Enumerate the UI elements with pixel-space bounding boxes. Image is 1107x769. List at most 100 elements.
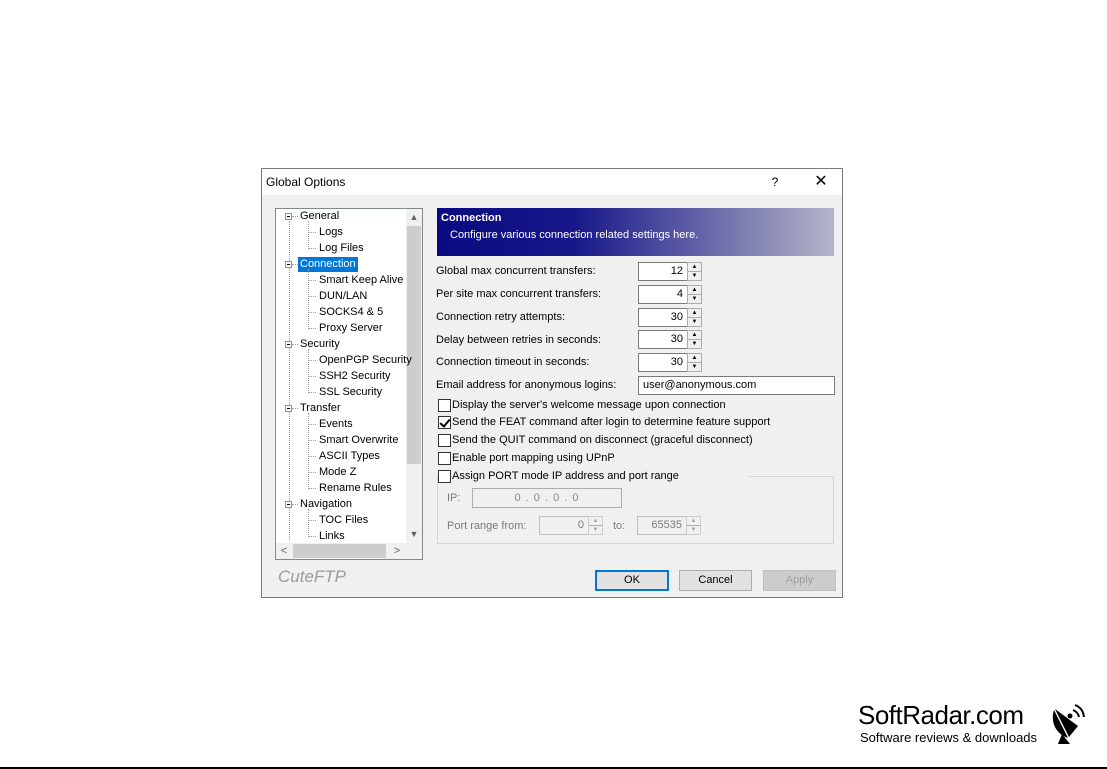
tree-connector [308, 269, 309, 329]
spin-up-icon[interactable]: ▲ [688, 286, 701, 295]
delay-input[interactable]: 30 [638, 330, 688, 349]
tree-horizontal-scrollbar[interactable]: < > [276, 543, 422, 559]
collapse-icon[interactable] [285, 261, 292, 268]
ok-button[interactable]: OK [595, 570, 669, 591]
email-field[interactable]: user@anonymous.com [638, 376, 835, 395]
tree-hscroll-thumb[interactable] [293, 544, 386, 558]
close-button[interactable]: ✕ [800, 169, 842, 195]
per-site-label: Per site max concurrent transfers: [436, 288, 602, 300]
tree-item-log-files[interactable]: Log Files [319, 241, 364, 256]
spin-down-icon[interactable]: ▼ [687, 526, 700, 534]
tree-connector [308, 509, 309, 537]
tree-item-dun-lan[interactable]: DUN/LAN [319, 289, 367, 304]
spin-up-icon[interactable]: ▲ [589, 517, 602, 526]
tree-item-ssh2-security[interactable]: SSH2 Security [319, 369, 391, 384]
quit-checkbox[interactable] [438, 434, 451, 447]
spin-down-icon[interactable]: ▼ [688, 295, 701, 303]
timeout-input[interactable]: 30 [638, 353, 688, 372]
tree-item-logs[interactable]: Logs [319, 225, 343, 240]
collapse-icon[interactable] [285, 341, 292, 348]
spin-up-icon[interactable]: ▲ [688, 331, 701, 340]
scroll-up-icon[interactable]: ▲ [406, 209, 422, 226]
port-mode-label[interactable]: Assign PORT mode IP address and port ran… [452, 470, 749, 482]
port-range-to-input[interactable]: 65535 [637, 516, 687, 535]
collapse-icon[interactable] [285, 501, 292, 508]
collapse-icon[interactable] [285, 213, 292, 220]
scroll-left-icon[interactable]: < [276, 543, 292, 559]
spin-down-icon[interactable]: ▼ [688, 318, 701, 326]
port-range-from-input[interactable]: 0 [539, 516, 589, 535]
apply-button[interactable]: Apply [763, 570, 836, 591]
global-max-input[interactable]: 12 [638, 262, 688, 281]
spin-down-icon[interactable]: ▼ [688, 340, 701, 348]
tree-item-proxy-server[interactable]: Proxy Server [319, 321, 383, 336]
tree-item-general[interactable]: General [300, 209, 339, 224]
tree-item-socks4-5[interactable]: SOCKS4 & 5 [319, 305, 383, 320]
per-site-stepper[interactable]: 4 ▲ ▼ [638, 285, 702, 304]
upnp-label[interactable]: Enable port mapping using UPnP [452, 452, 615, 464]
tree-connector [292, 344, 298, 345]
feat-label[interactable]: Send the FEAT command after login to det… [452, 416, 770, 428]
retry-input[interactable]: 30 [638, 308, 688, 327]
tree-connector [308, 413, 309, 489]
tree-connector [308, 440, 316, 441]
quit-label[interactable]: Send the QUIT command on disconnect (gra… [452, 434, 753, 446]
retry-stepper[interactable]: 30 ▲ ▼ [638, 308, 702, 327]
spin-up-icon[interactable]: ▲ [688, 309, 701, 318]
tree-item-links[interactable]: Links [319, 529, 345, 544]
tree-connector [308, 221, 309, 249]
tree-item-ssl-security[interactable]: SSL Security [319, 385, 382, 400]
cuteftp-brand: CuteFTP [278, 567, 347, 586]
help-button[interactable]: ? [760, 169, 790, 195]
delay-stepper[interactable]: 30 ▲ ▼ [638, 330, 702, 349]
scroll-right-icon[interactable]: > [389, 543, 405, 559]
port-range-to-stepper[interactable]: 65535 ▲ ▼ [637, 516, 701, 535]
delay-label: Delay between retries in seconds: [436, 334, 602, 346]
ip-address-field[interactable]: 0 . 0 . 0 . 0 [472, 488, 622, 508]
tree-scroll-thumb[interactable] [407, 226, 421, 464]
tree-item-openpgp-security[interactable]: OpenPGP Security [319, 353, 412, 368]
tree-item-security[interactable]: Security [300, 337, 340, 352]
welcome-checkbox[interactable] [438, 399, 451, 412]
spin-up-icon[interactable]: ▲ [688, 263, 701, 272]
tree-item-smart-keep-alive[interactable]: Smart Keep Alive [319, 273, 403, 288]
section-subtitle: Configure various connection related set… [450, 229, 699, 241]
spin-down-icon[interactable]: ▼ [688, 363, 701, 371]
spin-up-icon[interactable]: ▲ [687, 517, 700, 526]
tree-connector [308, 392, 316, 393]
tree-item-rename-rules[interactable]: Rename Rules [319, 481, 392, 496]
port-mode-checkbox[interactable] [438, 470, 451, 483]
tree-connector [292, 216, 298, 217]
tree-connector [308, 296, 316, 297]
tree-item-toc-files[interactable]: TOC Files [319, 513, 368, 528]
global-max-stepper[interactable]: 12 ▲ ▼ [638, 262, 702, 281]
spin-down-icon[interactable]: ▼ [688, 272, 701, 280]
cancel-button[interactable]: Cancel [679, 570, 752, 591]
tree-connector [308, 328, 316, 329]
tree-item-ascii-types[interactable]: ASCII Types [319, 449, 380, 464]
tree-connector [308, 424, 316, 425]
scroll-down-icon[interactable]: ▼ [406, 526, 422, 543]
close-icon: ✕ [814, 173, 828, 190]
port-range-from-stepper[interactable]: 0 ▲ ▼ [539, 516, 603, 535]
section-banner: Connection Configure various connection … [437, 208, 834, 256]
ip-label: IP: [447, 492, 461, 504]
welcome-label[interactable]: Display the server's welcome message upo… [452, 399, 726, 411]
upnp-checkbox[interactable] [438, 452, 451, 465]
spin-down-icon[interactable]: ▼ [589, 526, 602, 534]
tree-item-transfer[interactable]: Transfer [300, 401, 341, 416]
tree-item-smart-overwrite[interactable]: Smart Overwrite [319, 433, 398, 448]
tree-item-mode-z[interactable]: Mode Z [319, 465, 356, 480]
tree-item-events[interactable]: Events [319, 417, 353, 432]
tree-connector [308, 312, 316, 313]
collapse-icon[interactable] [285, 405, 292, 412]
retry-label: Connection retry attempts: [436, 311, 566, 323]
feat-checkbox[interactable] [438, 416, 451, 429]
timeout-stepper[interactable]: 30 ▲ ▼ [638, 353, 702, 372]
spin-up-icon[interactable]: ▲ [688, 354, 701, 363]
options-tree[interactable]: ▲ ▼ < > General Logs Log Files Connection Sm… [275, 208, 423, 560]
tree-item-connection[interactable]: Connection [298, 257, 358, 272]
per-site-input[interactable]: 4 [638, 285, 688, 304]
port-range-to-label: to: [613, 520, 626, 532]
tree-vertical-scrollbar[interactable]: ▲ ▼ [406, 209, 422, 543]
